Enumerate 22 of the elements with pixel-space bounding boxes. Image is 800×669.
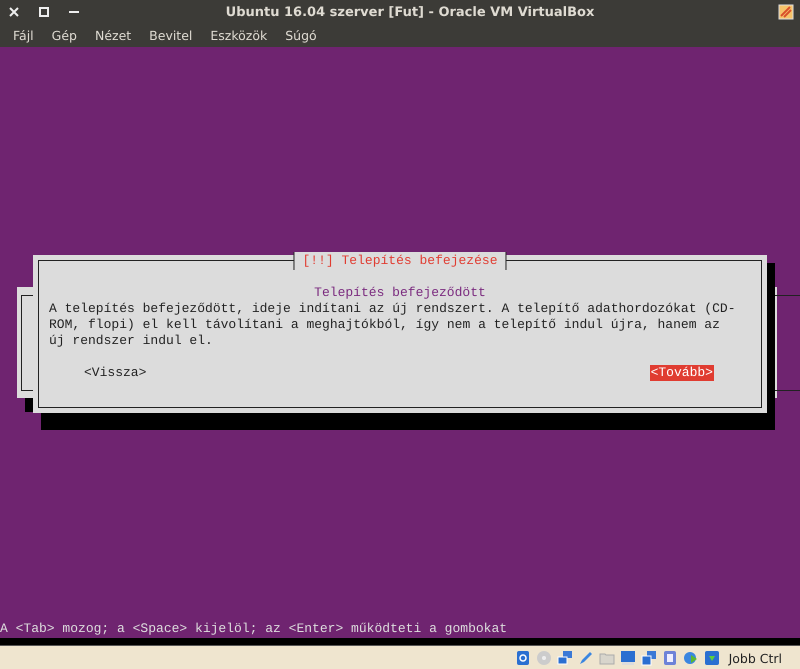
windows-icon[interactable] — [640, 650, 657, 666]
dialog-heading: Telepítés befejeződött — [314, 285, 486, 300]
window-title: Ubuntu 16.04 szerver [Fut] - Oracle VM VirtualBox — [224, 4, 596, 20]
app-icon — [778, 4, 794, 20]
continue-button[interactable]: <Tovább> — [650, 365, 714, 381]
console-hint: A <Tab> mozog; a <Space> kijelöl; az <Enter> működteti a gombokat — [0, 621, 508, 637]
back-button[interactable]: <Vissza> — [83, 365, 148, 381]
host-key-label: Jobb Ctrl — [728, 650, 782, 666]
menu-item[interactable]: Eszközök — [201, 26, 276, 45]
menu-item[interactable]: Nézet — [86, 26, 140, 45]
chip-icon[interactable] — [662, 650, 678, 666]
display-icon[interactable] — [620, 650, 636, 666]
menu-item[interactable]: Bevitel — [140, 26, 202, 45]
pen-icon[interactable] — [578, 650, 594, 666]
maximize-icon[interactable] — [36, 4, 52, 20]
menu-item[interactable]: Súgó — [276, 26, 326, 45]
menu-item[interactable]: Gép — [42, 26, 86, 45]
download-icon[interactable] — [704, 650, 720, 666]
network-icon[interactable] — [556, 650, 573, 666]
dialog-message: A telepítés befejeződött, ideje indítani az új rendszert. A telepítő adathordozókat (CD-ROM, flopi) el kell távolítani a meghajtókból, így nem a telepítő indul újra, hanem az új rendszer indul el. — [49, 301, 736, 349]
menu-item[interactable]: Fájl — [4, 26, 43, 45]
dialog-title: [!!] Telepítés befejezése — [293, 252, 507, 270]
